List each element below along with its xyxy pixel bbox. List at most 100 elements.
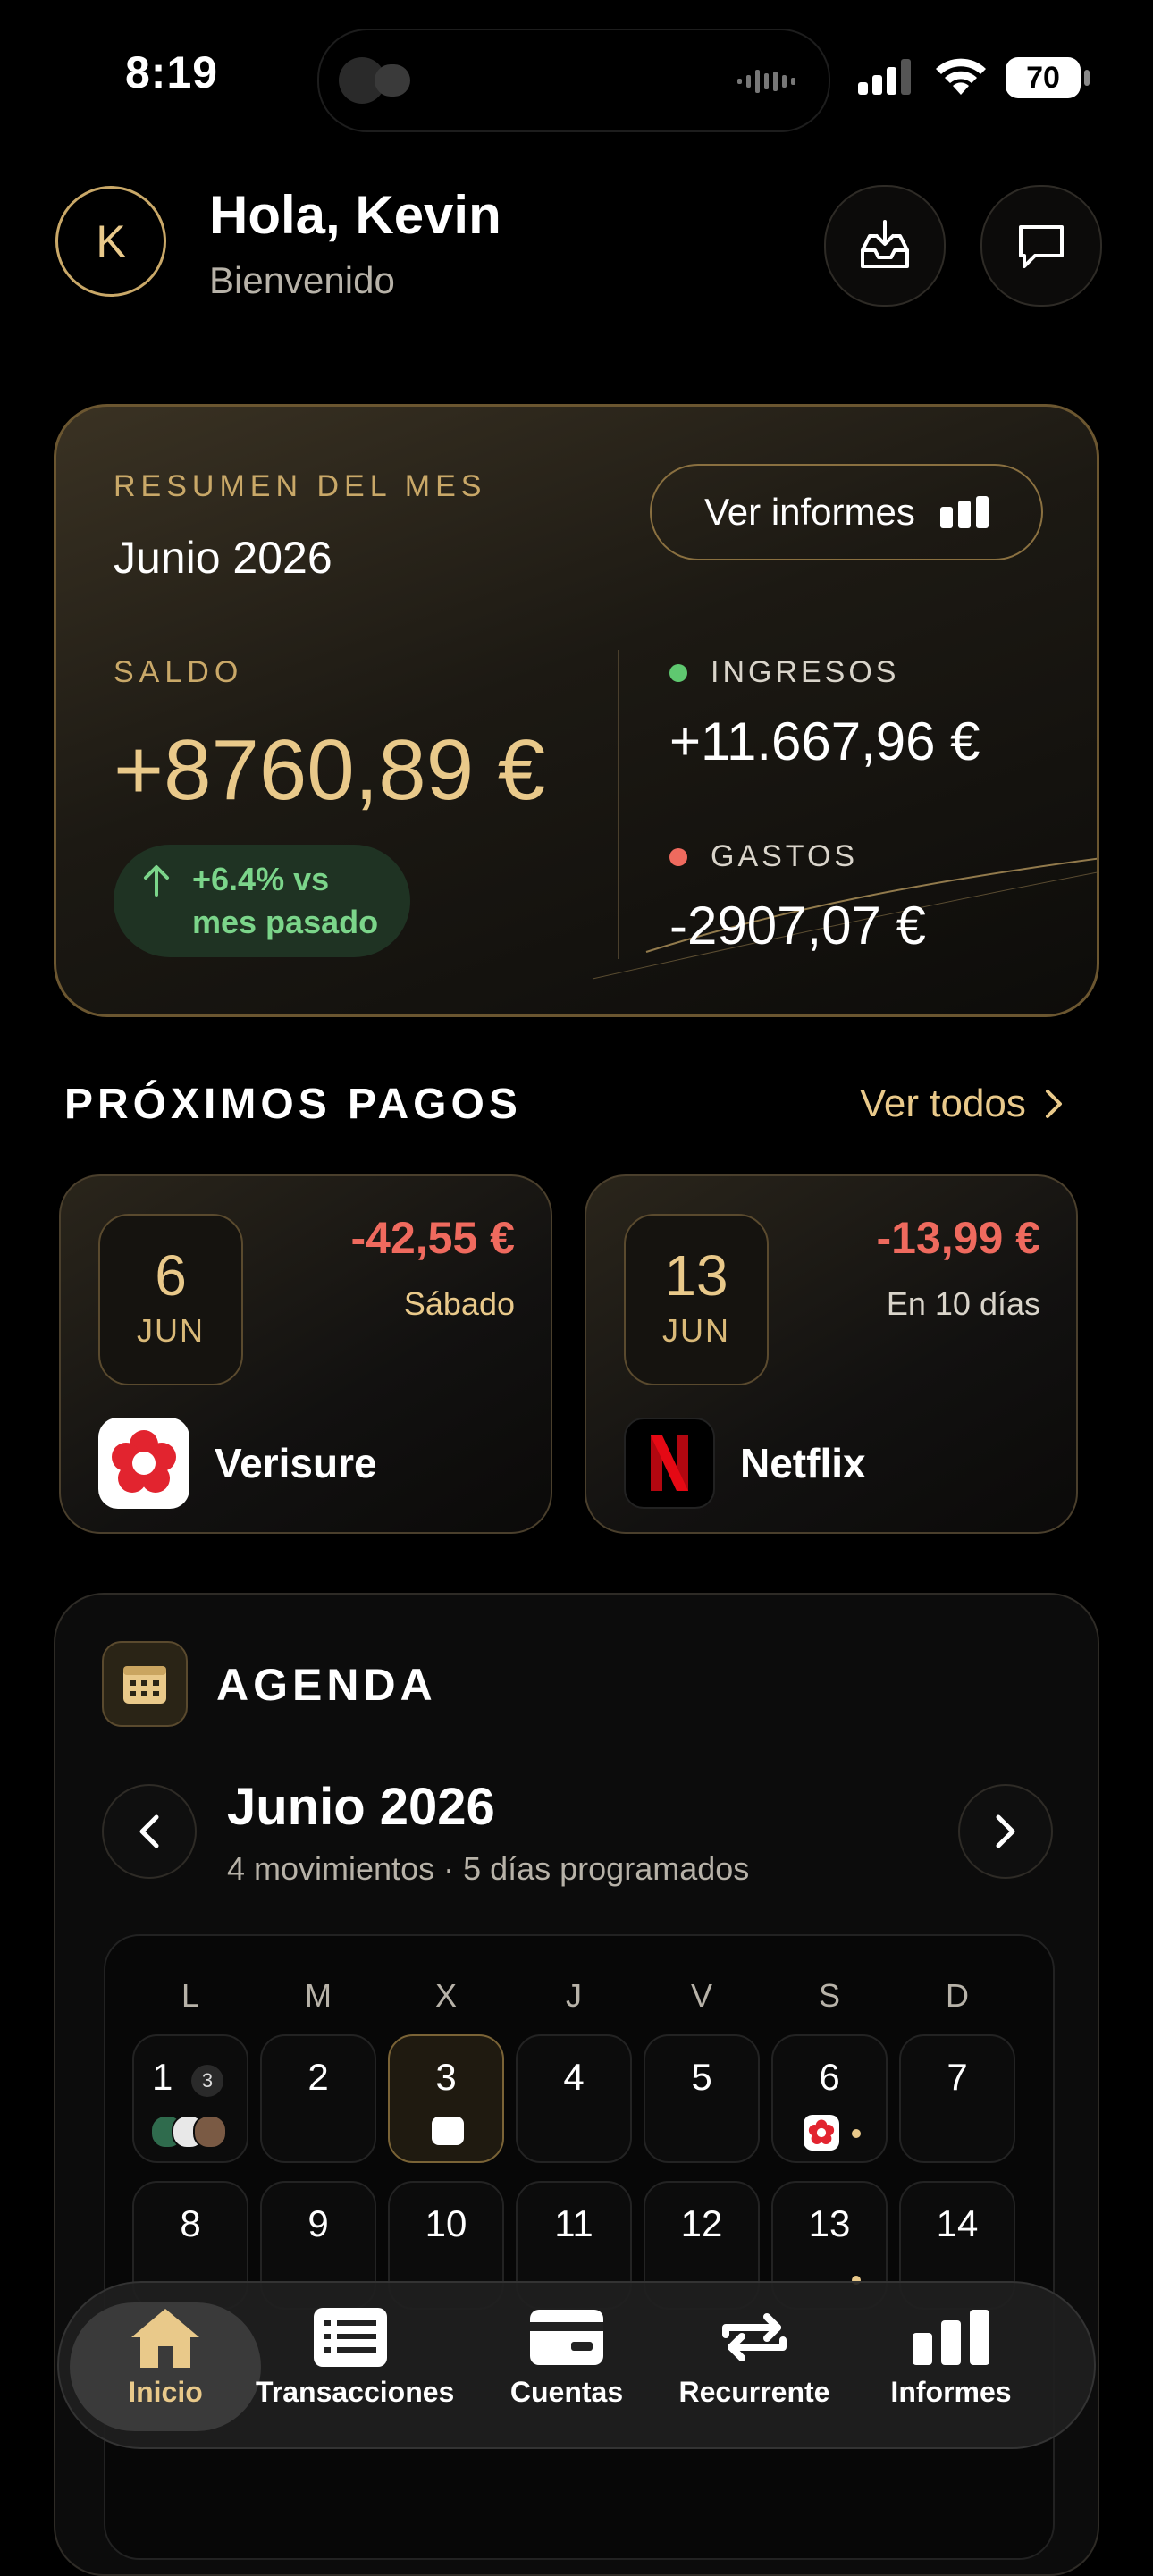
chevron-right-icon — [1045, 1090, 1062, 1118]
live-activity-thumbnail — [375, 64, 410, 97]
cellular-signal-icon — [858, 59, 911, 95]
chevron-right-icon — [996, 1814, 1015, 1848]
weekday-label: L — [181, 1977, 200, 2014]
agenda-month-summary: 4 movimientos · 5 días programados — [227, 1850, 750, 1887]
balance-change-badge: +6.4% vs mes pasado — [114, 845, 410, 957]
calendar-day-3[interactable]: 3 — [388, 2034, 504, 2163]
event-icon — [432, 2117, 464, 2145]
payment-date-box: 13 JUN — [624, 1214, 769, 1385]
summary-period: Junio 2026 — [114, 533, 332, 583]
payment-month: JUN — [662, 1312, 730, 1349]
battery-level: 70 — [1006, 57, 1081, 98]
view-reports-button[interactable]: Ver informes — [650, 464, 1043, 560]
summary-divider — [618, 650, 619, 959]
monthly-summary-card[interactable]: RESUMEN DEL MES Junio 2026 Ver informes … — [54, 404, 1099, 1017]
payment-day: 6 — [155, 1243, 187, 1308]
tab-label: Transacciones — [256, 2376, 455, 2408]
payment-card-netflix[interactable]: 13 JUN -13,99 € En 10 días Netflix — [585, 1174, 1078, 1534]
battery-tip — [1084, 70, 1090, 86]
greeting-subtitle: Bienvenido — [209, 259, 395, 301]
upcoming-payments-title: PRÓXIMOS PAGOS — [64, 1081, 522, 1128]
calendar-grid: L M X J V S D 1 3 2 3 4 5 6 7 8 9 10 11 … — [104, 1934, 1055, 2560]
audio-wave-icon — [737, 70, 795, 93]
event-dot — [852, 2129, 861, 2138]
balance-change-line1: +6.4% vs — [192, 861, 330, 897]
tab-recurrente[interactable]: Recurrente — [660, 2302, 849, 2431]
next-month-button[interactable] — [958, 1784, 1053, 1879]
status-time: 8:19 — [125, 47, 219, 97]
day-number: 11 — [554, 2202, 593, 2244]
see-all-label: Ver todos — [860, 1082, 1026, 1125]
calendar-day-4[interactable]: 4 — [516, 2034, 632, 2163]
messages-button[interactable] — [980, 185, 1102, 307]
day-number: 13 — [808, 2202, 851, 2244]
credit-card-icon — [530, 2310, 603, 2365]
payment-amount: -13,99 € — [876, 1213, 1040, 1263]
calendar-day-2[interactable]: 2 — [260, 2034, 376, 2163]
agenda-title: AGENDA — [216, 1660, 437, 1710]
payment-when: Sábado — [403, 1285, 515, 1322]
expenses-label: GASTOS — [711, 839, 859, 873]
avatar-initial: K — [96, 216, 126, 266]
expenses-value: -2907,07 € — [669, 896, 926, 955]
payment-when: En 10 días — [886, 1285, 1040, 1322]
calendar-day-5[interactable]: 5 — [644, 2034, 760, 2163]
payment-card-verisure[interactable]: 6 JUN -42,55 € Sábado Verisure — [59, 1174, 552, 1534]
summary-label: RESUMEN DEL MES — [114, 469, 487, 503]
tab-inicio[interactable]: Inicio — [70, 2302, 261, 2431]
day-number: 2 — [307, 2056, 329, 2098]
balance-value: +8760,89 € — [114, 722, 546, 818]
tab-cuentas[interactable]: Cuentas — [472, 2302, 661, 2431]
payment-day: 13 — [664, 1243, 728, 1308]
expenses-dot — [669, 847, 687, 866]
day-number: 8 — [180, 2202, 201, 2244]
tab-label: Inicio — [128, 2376, 203, 2408]
payment-merchant: Verisure — [215, 1440, 377, 1486]
income-dot — [669, 663, 687, 682]
chevron-left-icon — [139, 1814, 159, 1848]
agenda-month: Junio 2026 — [227, 1778, 495, 1836]
income-value: +11.667,96 € — [669, 711, 980, 771]
tab-label: Recurrente — [678, 2376, 830, 2408]
day-number: 9 — [307, 2202, 329, 2244]
arrow-up-icon — [144, 865, 169, 897]
payment-amount: -42,55 € — [350, 1213, 515, 1263]
verisure-logo-mark — [112, 1430, 176, 1493]
day-number: 10 — [425, 2202, 467, 2244]
day-number: 14 — [936, 2202, 979, 2244]
see-all-link[interactable]: Ver todos — [860, 1082, 1064, 1126]
wifi-icon — [936, 58, 986, 95]
home-icon — [131, 2309, 199, 2368]
verisure-mini-logo — [808, 2119, 835, 2144]
list-document-icon — [314, 2308, 387, 2367]
greeting: Hola, Kevin — [209, 185, 501, 245]
calendar-day-7[interactable]: 7 — [899, 2034, 1015, 2163]
day-number: 7 — [947, 2056, 968, 2098]
chat-bubble-icon — [1019, 225, 1064, 268]
netflix-logo — [624, 1418, 715, 1509]
day-number: 6 — [819, 2056, 840, 2098]
view-reports-label: Ver informes — [704, 491, 915, 533]
payment-date-box: 6 JUN — [98, 1214, 243, 1385]
inbox-download-icon — [861, 220, 909, 268]
income-header: INGRESOS — [669, 655, 899, 690]
dynamic-island — [317, 29, 830, 132]
previous-month-button[interactable] — [102, 1784, 197, 1879]
calendar-day-1[interactable]: 1 3 — [132, 2034, 248, 2163]
day-number: 1 — [152, 2056, 173, 2098]
expenses-header: GASTOS — [669, 839, 858, 874]
weekday-label: X — [434, 1977, 457, 2014]
bar-chart-icon — [913, 2310, 989, 2365]
calendar-icon — [102, 1641, 188, 1727]
avatar[interactable]: K — [55, 186, 166, 297]
weekday-label: M — [305, 1977, 332, 2014]
weekday-label: D — [946, 1977, 969, 2014]
weekday-label: S — [818, 1977, 840, 2014]
tab-informes[interactable]: Informes — [856, 2302, 1046, 2431]
tab-transacciones[interactable]: Transacciones — [256, 2302, 455, 2431]
bottom-tab-bar: Inicio Transacciones Cuentas Recurrente … — [57, 2281, 1096, 2449]
calendar-day-6[interactable]: 6 — [771, 2034, 888, 2163]
verisure-logo — [98, 1418, 189, 1509]
inbox-button[interactable] — [824, 185, 946, 307]
tab-label: Informes — [890, 2376, 1012, 2408]
